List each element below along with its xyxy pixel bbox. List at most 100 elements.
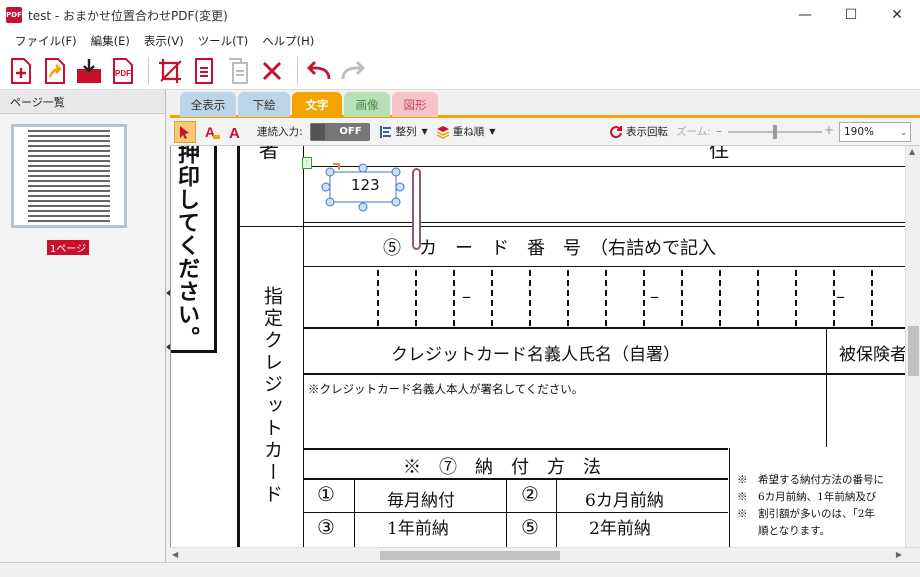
copy-button[interactable] (223, 55, 253, 87)
tab-underlay[interactable]: 下絵 (238, 92, 290, 117)
stamp-instruction-text: 押印してください。 (174, 146, 200, 349)
zoom-value: 190% (844, 126, 875, 138)
field-fragment: 者 (259, 146, 279, 162)
main-toolbar: PDF (0, 52, 920, 90)
payment-note: ※ 割引額が多いのは、「2年 (737, 508, 875, 520)
payment-method-header: ※ ⑦ 納 付 方 法 (403, 457, 601, 478)
tab-text[interactable]: 文字 (292, 92, 342, 117)
menu-help[interactable]: ヘルプ(H) (255, 33, 321, 49)
chevron-down-icon: ⌄ (900, 127, 907, 137)
menu-edit[interactable]: 編集(E) (84, 33, 137, 49)
continuous-input-toggle[interactable]: OFF (309, 122, 370, 141)
payment-option-label: 6カ月前納 (585, 491, 664, 511)
save-button[interactable] (74, 55, 104, 87)
scroll-right-icon[interactable]: ▶ (896, 550, 902, 559)
horizontal-scrollbar[interactable]: ◀ ▶ (170, 547, 920, 562)
card-number-dash: – (836, 286, 845, 307)
menu-bar: ファイル(F) 編集(E) 表示(V) ツール(T) ヘルプ(H) (0, 30, 920, 52)
doc-line (303, 266, 905, 267)
toolbar-separator (148, 56, 149, 85)
document-view[interactable]: 押印してください。 者 住 ⋮ 123 ⑤ カ ー ド 番 号 （右詰めで記入 … (170, 146, 905, 547)
tab-all[interactable]: 全表示 (180, 92, 236, 117)
layers-icon (436, 125, 450, 139)
open-button[interactable] (40, 55, 70, 87)
vertical-scrollbar[interactable]: ▲ (905, 146, 920, 547)
document-list-icon (195, 57, 213, 84)
zoom-slider[interactable] (728, 125, 822, 139)
toggle-knob (310, 123, 325, 140)
select-tool-button[interactable] (174, 120, 196, 143)
doc-line (303, 146, 304, 547)
scroll-left-icon[interactable]: ◀ (172, 550, 178, 559)
add-text-button[interactable]: A (200, 121, 224, 143)
thumbnail-preview (28, 130, 110, 222)
open-icon (45, 57, 65, 84)
zoom-slider-handle[interactable] (773, 125, 777, 139)
zoom-label: ズーム: (676, 126, 711, 138)
new-document-button[interactable] (6, 55, 36, 87)
align-dropdown[interactable]: 整列 ▼ (376, 121, 431, 143)
payment-option-number: ② (521, 482, 539, 506)
text-toolbar: A A 連続入力: OFF 整列 ▼ 重ね順 ▼ 表示回転 ズーム: – + 1… (170, 118, 920, 146)
toggle-state: OFF (339, 126, 362, 137)
chevron-down-icon: ▼ (421, 127, 428, 136)
status-bar (0, 562, 920, 577)
delete-button[interactable] (257, 55, 287, 87)
rotate-view-button[interactable]: 表示回転 (606, 121, 671, 143)
svg-text:PDF: PDF (115, 69, 131, 78)
page-thumbnail[interactable] (11, 124, 127, 228)
page-list-button[interactable] (189, 55, 219, 87)
menu-file[interactable]: ファイル(F) (8, 33, 84, 49)
copy-icon (229, 57, 248, 84)
doc-line (303, 327, 905, 329)
horizontal-scroll-thumb[interactable] (380, 551, 560, 560)
cardholder-name-header: クレジットカード名義人氏名（自署） (391, 345, 680, 365)
zoom-plus-icon[interactable]: + (824, 123, 834, 137)
cursor-arrow-icon (180, 125, 189, 139)
menu-view[interactable]: 表示(V) (137, 33, 191, 49)
payment-option-label: 2年前納 (589, 519, 651, 539)
text-box-handle-icon[interactable]: ⋮ (302, 157, 312, 169)
title-bar: PDF test - おまかせ位置合わせPDF(変更) — ☐ ✕ (0, 0, 920, 30)
crop-button[interactable] (155, 55, 185, 87)
save-icon (77, 58, 101, 83)
export-pdf-button[interactable]: PDF (108, 55, 138, 87)
scroll-up-icon[interactable]: ▲ (909, 147, 915, 156)
vertical-scroll-thumb[interactable] (908, 326, 919, 376)
maximize-button[interactable]: ☐ (828, 0, 874, 30)
payment-option-number: ③ (317, 515, 335, 539)
payment-note: ※ 希望する納付方法の番号に (737, 474, 884, 486)
doc-line (237, 146, 240, 547)
card-number-dash: – (462, 286, 471, 307)
doc-line (303, 373, 905, 375)
zoom-select[interactable]: 190% ⌄ (839, 122, 911, 142)
tab-image[interactable]: 画像 (344, 92, 390, 117)
undo-button[interactable] (304, 55, 334, 87)
align-icon (379, 125, 391, 138)
rotate-label: 表示回転 (626, 126, 668, 138)
text-format-button[interactable]: A (224, 121, 248, 143)
close-button[interactable]: ✕ (874, 0, 920, 30)
menu-tools[interactable]: ツール(T) (191, 33, 256, 49)
payment-option-label: 毎月納付 (387, 491, 455, 511)
tab-shape[interactable]: 図形 (392, 92, 438, 117)
page-thumbnail-label: 1ページ (47, 240, 89, 255)
doc-line (237, 226, 905, 227)
page-list-panel: ページ一覧 1ページ (0, 90, 166, 577)
text-format-icon: A (229, 125, 240, 141)
field-fragment: 住 (709, 146, 729, 162)
minimize-button[interactable]: — (782, 0, 828, 30)
continuous-input-label: 連続入力: (257, 126, 303, 138)
zoom-minus-icon[interactable]: – (716, 124, 722, 138)
text-box-value[interactable]: 123 (351, 176, 380, 194)
doc-line (303, 448, 728, 450)
doc-line (303, 222, 905, 223)
payment-note: 順となります。 (737, 525, 831, 537)
cardholder-signature-note: ※クレジットカード名義人本人が署名してください。 (308, 382, 584, 396)
mode-tabs: 全表示 下絵 文字 画像 図形 (170, 90, 920, 118)
order-label: 重ね順 (452, 126, 485, 138)
undo-icon (307, 60, 331, 79)
order-dropdown[interactable]: 重ね順 ▼ (433, 121, 499, 143)
redo-button[interactable] (338, 55, 368, 87)
payment-option-label: 1年前納 (387, 519, 449, 539)
